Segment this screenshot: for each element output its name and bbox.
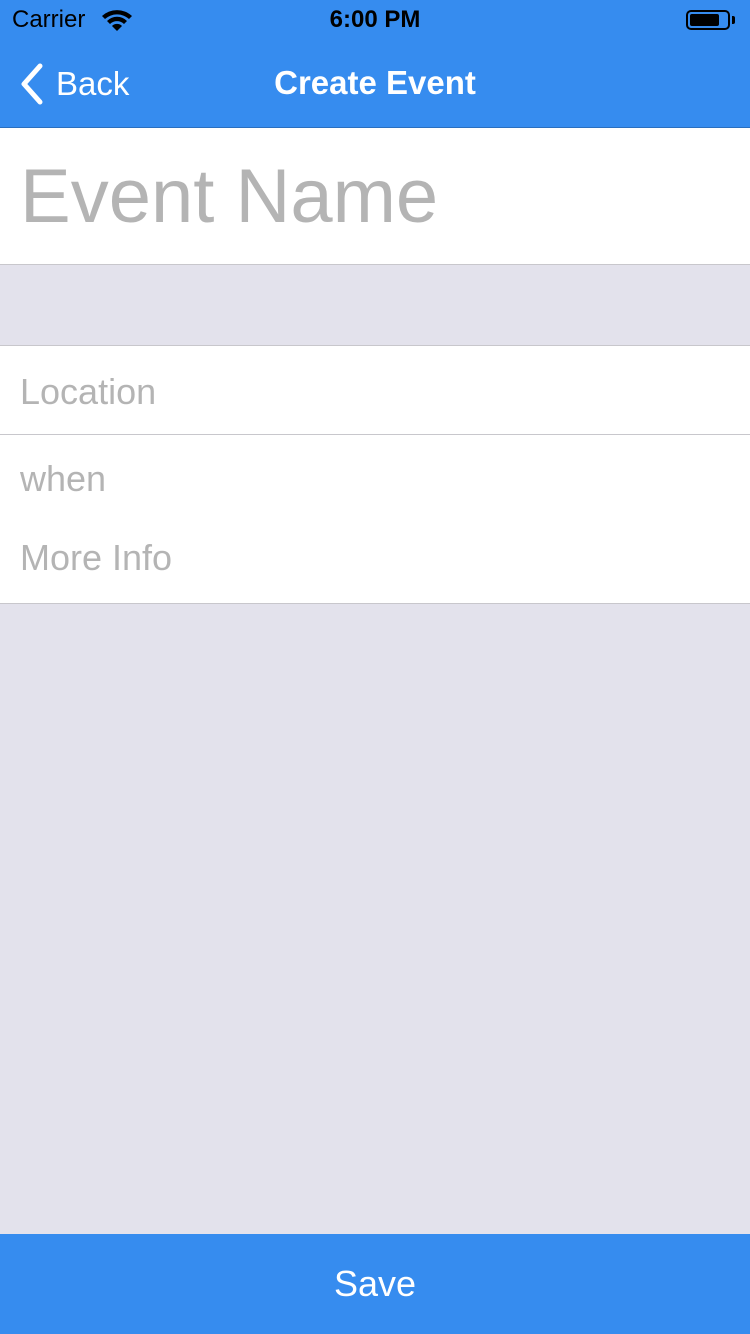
save-button[interactable]: Save [0, 1234, 750, 1334]
page-title: Create Event [274, 64, 476, 101]
status-time: 6:00 PM [329, 6, 421, 33]
location-input[interactable] [20, 366, 730, 418]
battery-icon [686, 10, 735, 30]
row-divider [0, 434, 750, 435]
status-bar: Carrier 6:00 PM [0, 0, 750, 40]
more-info-input[interactable] [20, 532, 730, 584]
navigation-bar: Back Create Event [0, 40, 750, 128]
event-name-cell [0, 128, 750, 265]
battery-level-fill [690, 14, 719, 26]
event-name-input[interactable] [20, 148, 730, 244]
when-field[interactable]: when [20, 458, 106, 500]
event-details-group: when [0, 345, 750, 604]
